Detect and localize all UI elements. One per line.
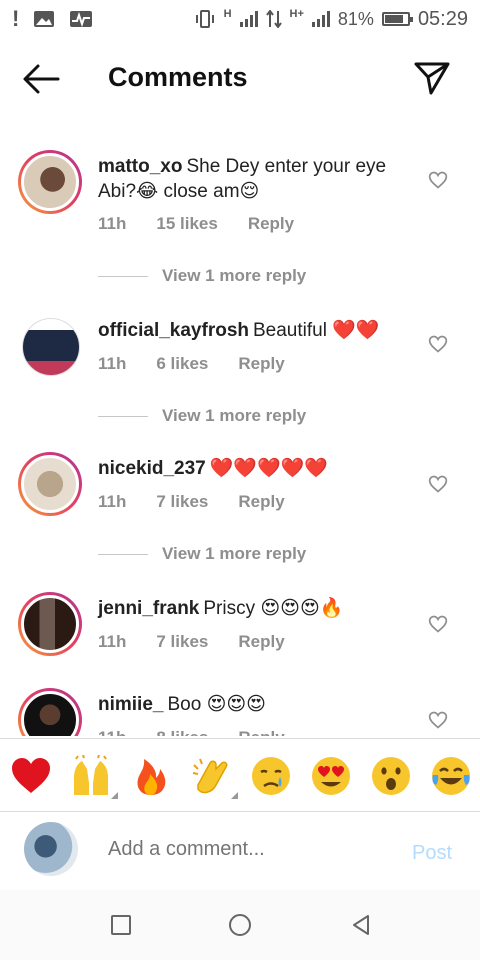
- astonished-face-icon[interactable]: [370, 755, 412, 797]
- comment-likes[interactable]: 8 likes: [156, 728, 208, 736]
- comment-text: ❤️❤️❤️❤️❤️: [209, 458, 329, 479]
- comment-time: 11h: [98, 728, 126, 736]
- view-more-label: View 1 more reply: [162, 266, 307, 285]
- comment-username[interactable]: jenni_frank: [98, 598, 199, 619]
- comment-username[interactable]: nimiie_: [98, 694, 163, 715]
- tears-of-joy-icon[interactable]: [430, 755, 472, 797]
- replies-divider: [98, 415, 148, 417]
- current-user-avatar: [24, 822, 78, 876]
- data-transfer-icon: [265, 10, 282, 28]
- like-heart-icon[interactable]: [428, 334, 448, 354]
- replies-divider: [98, 553, 148, 555]
- skin-tone-indicator: [111, 792, 118, 799]
- image-icon: [34, 11, 55, 27]
- avatar[interactable]: [18, 592, 82, 656]
- crying-face-icon[interactable]: [250, 755, 292, 797]
- comment-username[interactable]: nicekid_237: [98, 458, 206, 479]
- comment-likes[interactable]: 7 likes: [156, 492, 208, 512]
- comment-likes[interactable]: 7 likes: [156, 632, 208, 652]
- recent-apps-icon[interactable]: [108, 912, 134, 938]
- like-heart-icon[interactable]: [428, 710, 448, 730]
- signal-icon-1: [239, 11, 258, 27]
- home-icon[interactable]: [227, 912, 253, 938]
- emoji-reaction-bar: [0, 738, 480, 812]
- alert-icon: !: [12, 6, 20, 31]
- like-heart-icon[interactable]: [428, 614, 448, 634]
- system-navigation-bar: [0, 890, 480, 960]
- comments-list[interactable]: matto_xo She Dey enter your eye Abi?😂 clo…: [0, 140, 480, 736]
- comment-text: Boo 😍😍😍: [167, 694, 266, 715]
- raising-hands-icon[interactable]: [70, 754, 118, 799]
- view-more-label: View 1 more reply: [162, 544, 307, 563]
- network-type-2: H+: [289, 7, 304, 20]
- comment-text: Beautiful ❤️❤️: [253, 320, 380, 341]
- battery-percent: 81%: [337, 8, 374, 29]
- battery-icon: [381, 12, 413, 26]
- network-type-1: H: [223, 7, 232, 20]
- like-heart-icon[interactable]: [428, 474, 448, 494]
- red-heart-icon[interactable]: [10, 755, 52, 797]
- direct-send-icon[interactable]: [412, 60, 452, 96]
- heart-eyes-icon[interactable]: [310, 755, 352, 797]
- comment-input[interactable]: [108, 838, 388, 861]
- comment-time: 11h: [98, 492, 127, 511]
- replies-divider: [98, 275, 148, 277]
- comment-text: Priscy 😍😍😍🔥: [203, 598, 344, 619]
- skin-tone-indicator: [231, 792, 238, 799]
- fire-icon[interactable]: [130, 755, 172, 797]
- comment-composer: Post: [0, 812, 480, 890]
- back-arrow-icon[interactable]: [22, 62, 62, 96]
- comment-time: 11h: [98, 354, 127, 373]
- comment-likes[interactable]: 6 likes: [156, 354, 208, 374]
- view-more-label: View 1 more reply: [162, 406, 307, 425]
- comment-username[interactable]: matto_xo: [98, 156, 182, 177]
- comment-likes[interactable]: 15 likes: [156, 214, 217, 234]
- view-more-replies[interactable]: View 1 more reply: [98, 266, 306, 286]
- activity-icon: [70, 11, 93, 28]
- back-icon[interactable]: [348, 912, 374, 938]
- reply-button[interactable]: Reply: [238, 632, 284, 652]
- signal-icon-2: [311, 11, 330, 27]
- reply-button[interactable]: Reply: [238, 354, 284, 374]
- vibrate-icon: [195, 10, 214, 28]
- comment-username[interactable]: official_kayfrosh: [98, 320, 249, 341]
- reply-button[interactable]: Reply: [238, 492, 284, 512]
- status-bar: ! H H+ 81% 05:29: [0, 0, 480, 38]
- avatar[interactable]: [18, 688, 82, 736]
- avatar[interactable]: [18, 452, 82, 516]
- page-title: Comments: [108, 62, 248, 92]
- reply-button[interactable]: Reply: [238, 728, 284, 736]
- avatar[interactable]: [18, 150, 82, 214]
- like-heart-icon[interactable]: [428, 170, 448, 190]
- comment-time: 11h: [98, 632, 127, 651]
- avatar[interactable]: [22, 318, 80, 376]
- view-more-replies[interactable]: View 1 more reply: [98, 406, 306, 426]
- post-button[interactable]: Post: [412, 842, 452, 865]
- comment-time: 11h: [98, 214, 127, 233]
- clock: 05:29: [417, 7, 468, 30]
- header: Comments: [0, 48, 480, 110]
- clapping-hands-icon[interactable]: [190, 755, 238, 799]
- view-more-replies[interactable]: View 1 more reply: [98, 544, 306, 564]
- reply-button[interactable]: Reply: [248, 214, 294, 234]
